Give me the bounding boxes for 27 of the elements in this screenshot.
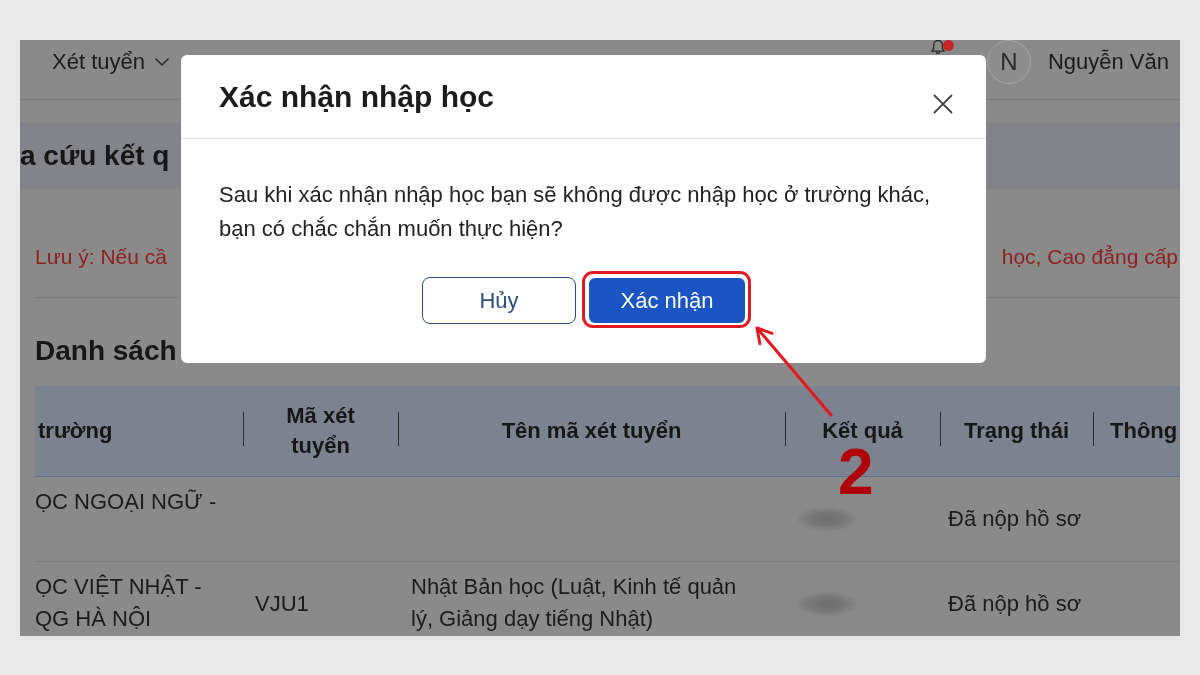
nav-menu-item[interactable]: Xét tuyển	[52, 40, 169, 84]
page-title: a cứu kết q	[20, 138, 170, 173]
column-header: Trạng thái	[963, 417, 1070, 445]
section-title: Danh sách	[35, 334, 177, 368]
close-icon	[933, 93, 953, 114]
cancel-button[interactable]: Hủy	[422, 277, 576, 324]
column-header: Tên mã xét tuyển	[501, 417, 682, 445]
step-number: 2	[838, 448, 874, 496]
close-button[interactable]	[933, 93, 953, 114]
user-name: Nguyễn Văn	[1047, 48, 1169, 76]
dialog-title: Xác nhận nhập học	[219, 78, 495, 115]
dialog-message: Sau khi xác nhận nhập học bạn sẽ không được nhập học ở trường khác, bạn có chắc chắn muốn thực hiện?	[218, 181, 932, 243]
table-cell-text: Nhật Bản học (Luật, Kinh tế quản lý, Giảng dạy tiếng Nhật)	[411, 573, 738, 633]
notification-bell-icon[interactable]	[929, 40, 946, 54]
table-cell-text: Đã nộp hồ sơ	[948, 505, 1082, 533]
column-header: Thông	[1110, 417, 1178, 445]
table-cell-text: ỌC NGOẠI NGỮ -	[35, 488, 217, 516]
notice-text: Lưu ý: Nếu cầ	[35, 244, 167, 270]
column-header: trường	[38, 417, 113, 445]
user-avatar[interactable]: N	[986, 40, 1031, 84]
notice-text: học, Cao đẳng cấp	[1001, 244, 1178, 270]
table-cell-text: ỌC VIỆT NHẬT - QG HÀ NỘI	[35, 573, 203, 633]
confirm-button[interactable]: Xác nhận	[589, 278, 745, 323]
column-header: Kết quả	[822, 417, 903, 445]
table-cell-text: Đã nộp hồ sơ	[948, 590, 1082, 618]
table-cell-text: VJU1	[255, 590, 309, 618]
column-header: Mã xét tuyển	[285, 402, 356, 460]
